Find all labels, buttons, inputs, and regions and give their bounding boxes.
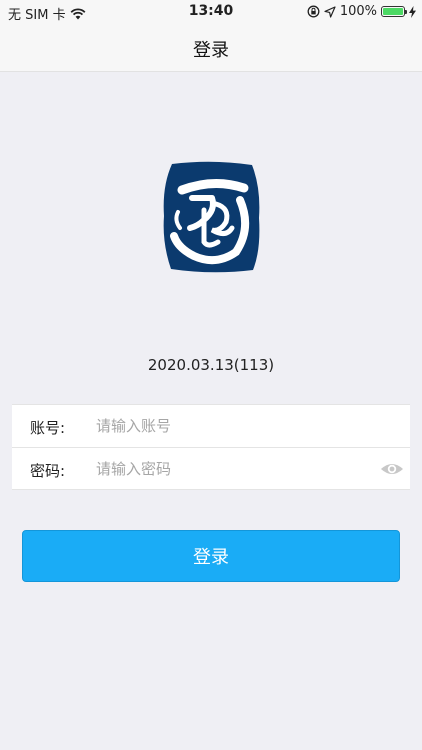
battery-icon: [381, 6, 407, 17]
location-arrow-icon: [324, 5, 336, 18]
page-title: 登录: [193, 40, 229, 61]
bolt-icon: [409, 5, 416, 18]
account-label: 账号:: [30, 419, 66, 437]
eye-icon[interactable]: [380, 460, 404, 478]
battery-level: [383, 8, 403, 15]
password-row: 密码:: [12, 448, 410, 491]
password-input[interactable]: [96, 455, 366, 483]
status-right: 100%: [307, 4, 416, 19]
password-label: 密码:: [30, 462, 66, 480]
status-bar: 无 SIM 卡 13:40 100%: [0, 0, 422, 24]
account-row: 账号:: [12, 405, 410, 448]
nav-bar: 登录: [0, 24, 422, 72]
version-label: 2020.03.13(113): [147, 356, 275, 374]
seal-logo: [163, 161, 260, 273]
orientation-lock-icon: [307, 5, 320, 18]
battery-percent: 100%: [339, 4, 377, 19]
account-input[interactable]: [96, 412, 366, 440]
login-form: 账号: 密码:: [12, 404, 410, 490]
login-button[interactable]: 登录: [22, 530, 400, 582]
